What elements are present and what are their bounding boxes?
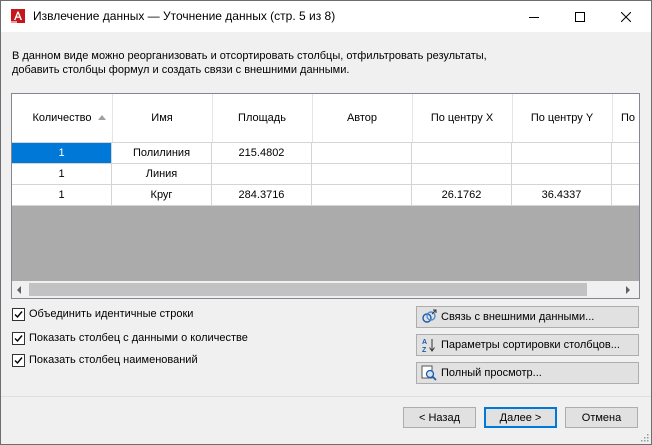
column-header-center-z[interactable]: По — [612, 94, 639, 142]
checkbox-checked-icon[interactable] — [12, 353, 25, 367]
column-header-label: Автор — [346, 112, 378, 124]
next-label: Далее > — [499, 411, 542, 424]
column-header-quantity[interactable]: Количество — [12, 94, 113, 142]
svg-text:A: A — [422, 339, 427, 346]
table-cell[interactable]: Круг — [112, 185, 212, 206]
resize-grip-icon[interactable] — [639, 432, 649, 442]
table-cell[interactable] — [212, 164, 312, 185]
column-header-label: Площадь — [238, 112, 286, 124]
column-header-label: Количество — [32, 112, 92, 124]
table-cell[interactable] — [512, 164, 612, 185]
table-row[interactable]: 1 Круг 284.3716 26.1762 36.4337 — [12, 185, 639, 206]
column-header-center-y[interactable]: По центру Y — [512, 94, 613, 142]
table-cell[interactable]: 1 — [12, 164, 112, 185]
sort-az-icon: A Z — [422, 339, 435, 353]
table-cell[interactable] — [612, 164, 639, 185]
show-count-checkbox[interactable]: Показать столбец с данными о количестве — [12, 331, 248, 345]
link-external-data-button[interactable]: Связь с внешними данными... — [416, 306, 639, 328]
table-cell[interactable] — [312, 143, 412, 164]
cancel-button[interactable]: Отмена — [565, 407, 638, 428]
data-grid[interactable]: Количество Имя Площадь Автор По центру X… — [11, 93, 640, 299]
column-header-center-x[interactable]: По центру X — [412, 94, 513, 142]
link-external-data-label: Связь с внешними данными... — [441, 311, 595, 323]
table-cell[interactable] — [312, 164, 412, 185]
table-cell[interactable]: 1 — [12, 185, 112, 206]
footer-divider — [1, 396, 651, 397]
scroll-right-icon[interactable] — [626, 286, 630, 294]
column-header-name[interactable]: Имя — [112, 94, 213, 142]
table-cell[interactable]: Линия — [112, 164, 212, 185]
table-cell[interactable] — [512, 143, 612, 164]
title-bar: Извлечение данных — Уточнение данных (ст… — [1, 1, 651, 32]
grid-header: Количество Имя Площадь Автор По центру X… — [12, 94, 639, 143]
checkbox-checked-icon[interactable] — [12, 331, 25, 345]
column-header-area[interactable]: Площадь — [212, 94, 313, 142]
back-button[interactable]: < Назад — [403, 407, 476, 428]
table-row[interactable]: 1 Линия — [12, 164, 639, 185]
close-icon — [621, 11, 631, 22]
column-header-label: По центру X — [430, 112, 494, 124]
full-preview-button[interactable]: Полный просмотр... — [416, 362, 639, 384]
minimize-button[interactable] — [511, 1, 557, 32]
column-header-author[interactable]: Автор — [312, 94, 413, 142]
description-line-2: добавить столбцы формул и создать связи … — [12, 64, 350, 76]
svg-text:Z: Z — [422, 347, 427, 353]
column-header-label: По центру Y — [530, 112, 594, 124]
close-button[interactable] — [603, 1, 649, 32]
table-row[interactable]: 1 Полилиния 215.4802 — [12, 143, 639, 164]
window-title: Извлечение данных — Уточнение данных (ст… — [33, 9, 336, 23]
page-description: В данном виде можно реорганизовать и отс… — [12, 49, 632, 77]
show-names-label: Показать столбец наименований — [29, 354, 198, 366]
table-cell[interactable] — [412, 164, 512, 185]
column-header-label: Имя — [151, 112, 173, 124]
checkbox-checked-icon[interactable] — [12, 307, 25, 321]
link-external-data-icon — [422, 309, 437, 323]
table-cell[interactable] — [612, 185, 639, 206]
table-cell[interactable]: 215.4802 — [212, 143, 312, 164]
sort-ascending-icon — [98, 115, 106, 120]
scroll-left-icon[interactable] — [17, 286, 21, 294]
cancel-label: Отмена — [581, 411, 622, 424]
sort-columns-button[interactable]: A Z Параметры сортировки столбцов... — [416, 334, 639, 356]
table-cell[interactable]: 1 — [12, 143, 112, 164]
table-cell[interactable] — [412, 143, 512, 164]
show-names-checkbox[interactable]: Показать столбец наименований — [12, 353, 198, 367]
full-preview-label: Полный просмотр... — [441, 367, 542, 379]
sort-columns-label: Параметры сортировки столбцов... — [441, 339, 620, 351]
combine-rows-checkbox[interactable]: Объединить идентичные строки — [12, 307, 193, 321]
minimize-icon — [529, 16, 539, 18]
table-cell[interactable] — [312, 185, 412, 206]
maximize-icon — [575, 11, 585, 22]
table-cell[interactable]: 284.3716 — [212, 185, 312, 206]
table-cell[interactable]: Полилиния — [112, 143, 212, 164]
table-cell[interactable] — [612, 143, 639, 164]
show-count-label: Показать столбец с данными о количестве — [29, 332, 248, 344]
horizontal-scrollbar[interactable] — [12, 281, 639, 298]
next-button[interactable]: Далее > — [484, 407, 557, 428]
description-line-1: В данном виде можно реорганизовать и отс… — [12, 50, 487, 62]
data-extraction-dialog: Извлечение данных — Уточнение данных (ст… — [0, 0, 652, 445]
table-cell[interactable]: 26.1762 — [412, 185, 512, 206]
back-label: < Назад — [419, 411, 460, 424]
maximize-button[interactable] — [557, 1, 603, 32]
column-header-label: По — [621, 112, 636, 124]
table-cell[interactable]: 36.4337 — [512, 185, 612, 206]
preview-magnifier-icon — [421, 365, 437, 381]
scrollbar-thumb[interactable] — [29, 283, 587, 296]
combine-rows-label: Объединить идентичные строки — [29, 308, 194, 320]
autocad-a-icon — [11, 9, 25, 23]
